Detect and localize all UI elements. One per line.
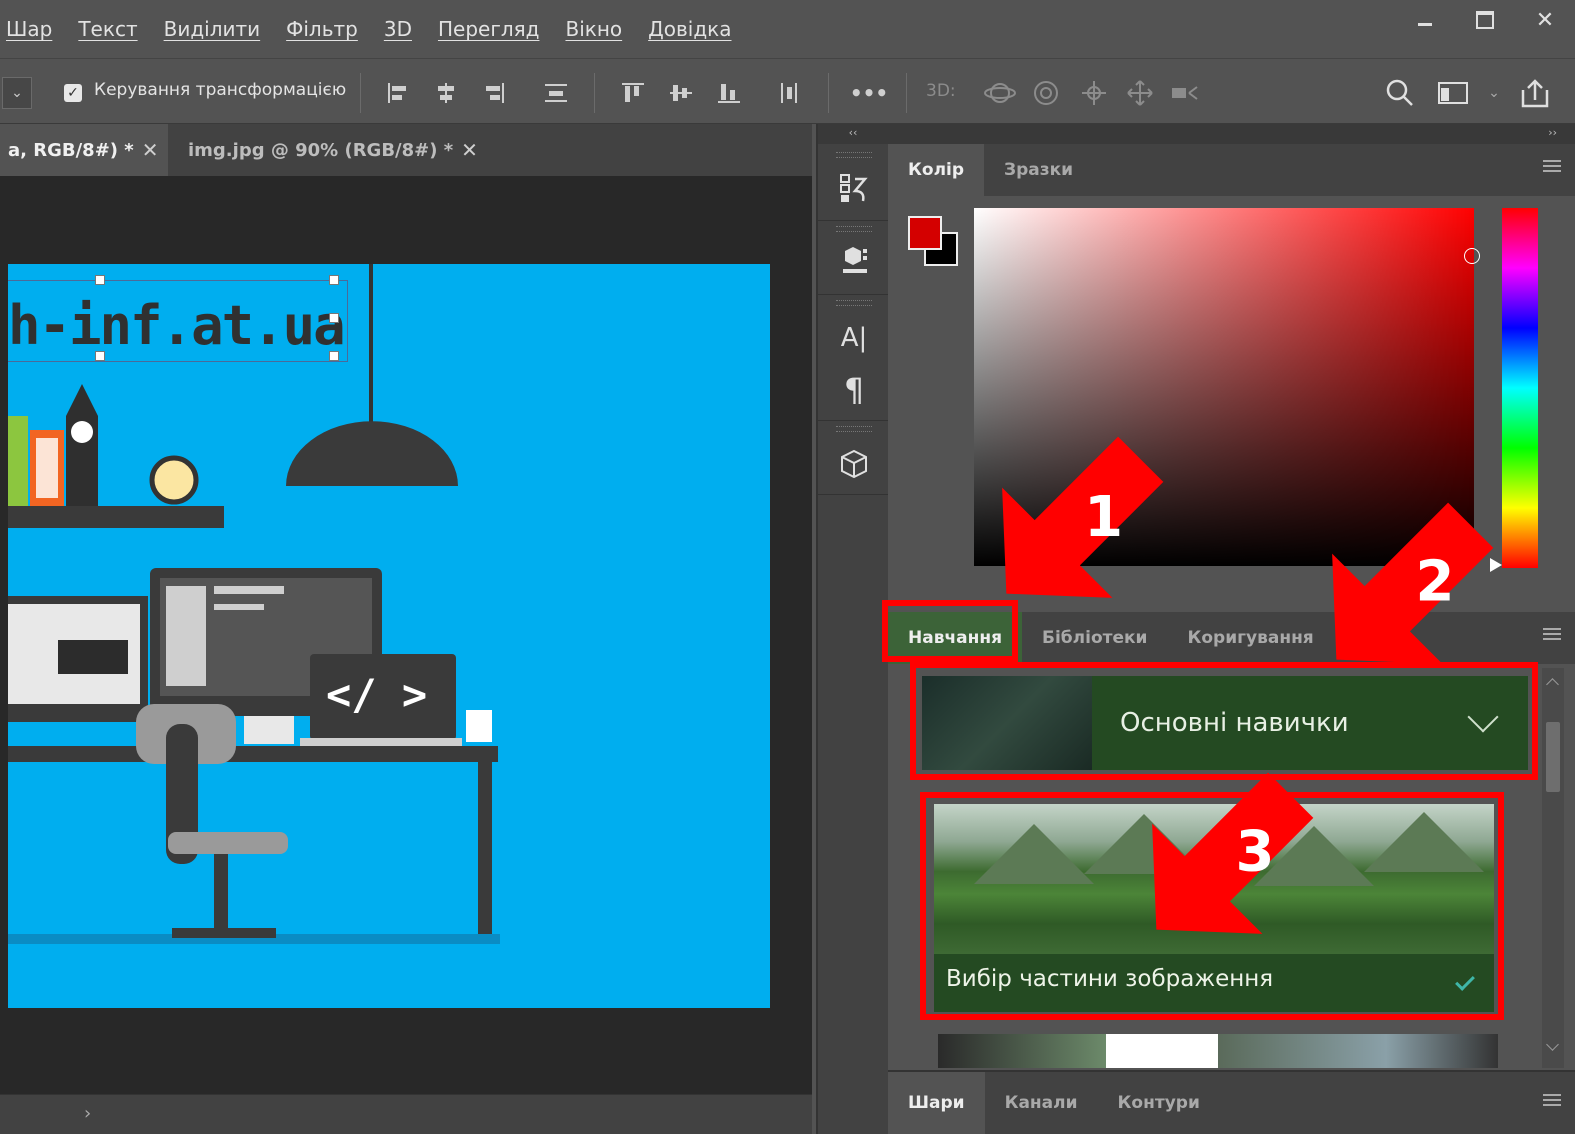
menu-type[interactable]: Текст bbox=[78, 17, 137, 41]
status-expand-icon[interactable]: › bbox=[84, 1103, 91, 1124]
grip-handle[interactable] bbox=[836, 152, 872, 158]
close-tab-icon[interactable]: ✕ bbox=[461, 138, 478, 162]
menu-view[interactable]: Перегляд bbox=[438, 17, 540, 41]
3d-materials-icon[interactable] bbox=[834, 242, 874, 282]
options-bar: ⌄ ✓ Керування трансформацією ••• 3D: ⌄ bbox=[0, 58, 1575, 124]
transform-controls-checkbox[interactable]: ✓ bbox=[64, 84, 82, 102]
more-options-icon[interactable]: ••• bbox=[850, 79, 888, 107]
tab-color[interactable]: Колір bbox=[888, 144, 985, 196]
divider bbox=[828, 73, 829, 113]
arrow-number-3: 3 bbox=[1236, 819, 1275, 884]
color-panel-tabs: Колір Зразки bbox=[888, 144, 1575, 196]
3d-mode-label: 3D: bbox=[926, 81, 956, 101]
align-left-icon[interactable] bbox=[386, 79, 410, 107]
color-picker-cursor[interactable] bbox=[1464, 248, 1480, 264]
divider bbox=[906, 73, 907, 113]
align-vertical-center-icon[interactable] bbox=[668, 79, 694, 107]
scroll-up-icon[interactable] bbox=[1546, 678, 1559, 691]
expand-panels-icon[interactable]: ›› bbox=[888, 124, 1575, 144]
annotation-arrow-2: 2 bbox=[1332, 502, 1494, 664]
history-icon[interactable] bbox=[834, 168, 874, 208]
3d-orbit-icon[interactable] bbox=[982, 79, 1018, 107]
annotation-arrow-3: 3 bbox=[1152, 772, 1314, 934]
minimize-button[interactable] bbox=[1395, 0, 1455, 40]
document-tab-title: а, RGB/8#) * bbox=[8, 139, 134, 161]
menu-help[interactable]: Довідка bbox=[648, 17, 731, 41]
3d-cube-icon[interactable] bbox=[834, 444, 874, 484]
3d-roll-icon[interactable] bbox=[1030, 79, 1062, 107]
tab-swatches[interactable]: Зразки bbox=[984, 144, 1093, 196]
panel-menu-icon[interactable] bbox=[1543, 1094, 1561, 1106]
divider bbox=[818, 494, 890, 495]
tab-channels[interactable]: Канали bbox=[985, 1072, 1098, 1134]
learn-scrollbar[interactable] bbox=[1542, 668, 1564, 1068]
menu-3d[interactable]: 3D bbox=[384, 17, 412, 41]
foreground-color-swatch[interactable] bbox=[908, 216, 942, 250]
next-lesson-card[interactable] bbox=[938, 1034, 1498, 1068]
transform-handle[interactable] bbox=[95, 275, 105, 285]
character-icon[interactable]: A| bbox=[834, 318, 874, 358]
document-tab-active[interactable]: а, RGB/8#) * ✕ bbox=[0, 124, 168, 176]
document-tab-bar: а, RGB/8#) * ✕ img.jpg @ 90% (RGB/8#) * … bbox=[0, 124, 812, 176]
workspace-layout-icon[interactable] bbox=[1436, 79, 1470, 107]
arrow-number-2: 2 bbox=[1416, 549, 1455, 614]
menu-window[interactable]: Вікно bbox=[565, 17, 622, 41]
annotation-arrow-1: 1 bbox=[1002, 436, 1164, 598]
menu-bar: Шар Текст Виділити Фільтр 3D Перегляд Ві… bbox=[0, 0, 1575, 58]
close-tab-icon[interactable]: ✕ bbox=[142, 138, 159, 162]
canvas-workspace[interactable]: h-inf.at.ua </ > bbox=[0, 176, 812, 1094]
arrow-number-1: 1 bbox=[1084, 485, 1123, 550]
grip-handle[interactable] bbox=[836, 226, 872, 232]
search-icon[interactable] bbox=[1384, 79, 1416, 107]
grip-handle[interactable] bbox=[836, 426, 872, 432]
tab-layers[interactable]: Шари bbox=[888, 1072, 985, 1134]
panel-menu-icon[interactable] bbox=[1543, 160, 1561, 172]
maximize-button[interactable] bbox=[1455, 0, 1515, 40]
laptop-code-label: </ > bbox=[326, 670, 428, 719]
share-icon[interactable] bbox=[1518, 79, 1552, 108]
transform-handle[interactable] bbox=[95, 351, 105, 361]
collapse-panels-icon[interactable]: ‹‹ bbox=[818, 124, 888, 144]
panel-menu-icon[interactable] bbox=[1543, 628, 1561, 640]
text-selection-box[interactable] bbox=[8, 275, 348, 362]
divider bbox=[818, 420, 890, 421]
divider bbox=[594, 73, 595, 113]
distribute-vertical-icon[interactable] bbox=[778, 79, 800, 107]
3d-pan-icon[interactable] bbox=[1078, 79, 1110, 107]
status-bar: › bbox=[0, 1094, 812, 1134]
transform-controls-label: Керування трансформацією bbox=[94, 80, 347, 100]
transform-handle[interactable] bbox=[329, 351, 339, 361]
artboard[interactable]: h-inf.at.ua </ > bbox=[8, 264, 770, 1008]
menu-layer[interactable]: Шар bbox=[6, 17, 52, 41]
divider bbox=[818, 220, 890, 221]
tab-paths[interactable]: Контури bbox=[1098, 1072, 1220, 1134]
document-tab-title: img.jpg @ 90% (RGB/8#) * bbox=[188, 139, 454, 161]
menu-items: Шар Текст Виділити Фільтр 3D Перегляд Ві… bbox=[0, 17, 758, 41]
align-top-icon[interactable] bbox=[620, 79, 646, 107]
align-bottom-icon[interactable] bbox=[716, 79, 742, 107]
workspace-chevron-down-icon[interactable]: ⌄ bbox=[1484, 79, 1504, 107]
menu-select[interactable]: Виділити bbox=[164, 17, 261, 41]
close-window-button[interactable]: ✕ bbox=[1515, 0, 1575, 40]
paragraph-icon[interactable]: ¶ bbox=[834, 370, 874, 410]
panel-icon-strip: ‹‹ A| ¶ bbox=[816, 124, 890, 1134]
window-controls: ✕ bbox=[1395, 0, 1575, 40]
grip-handle[interactable] bbox=[836, 300, 872, 306]
divider bbox=[360, 73, 361, 113]
align-horizontal-center-icon[interactable] bbox=[434, 79, 458, 107]
scroll-down-icon[interactable] bbox=[1546, 1038, 1559, 1051]
document-tab-img[interactable]: img.jpg @ 90% (RGB/8#) * ✕ bbox=[168, 124, 478, 176]
3d-scale-icon[interactable] bbox=[1168, 79, 1202, 107]
align-right-icon[interactable] bbox=[482, 79, 506, 107]
3d-slide-icon[interactable] bbox=[1124, 79, 1156, 107]
distribute-horizontal-icon[interactable] bbox=[542, 79, 570, 107]
office-illustration bbox=[8, 264, 500, 944]
tool-preset-dropdown[interactable]: ⌄ bbox=[2, 77, 32, 109]
layers-panel-tabs: Шари Канали Контури bbox=[888, 1070, 1575, 1134]
menu-filter[interactable]: Фільтр bbox=[286, 17, 358, 41]
scrollbar-thumb[interactable] bbox=[1546, 722, 1560, 792]
divider bbox=[818, 294, 890, 295]
transform-handle[interactable] bbox=[329, 275, 339, 285]
transform-handle[interactable] bbox=[329, 313, 339, 323]
